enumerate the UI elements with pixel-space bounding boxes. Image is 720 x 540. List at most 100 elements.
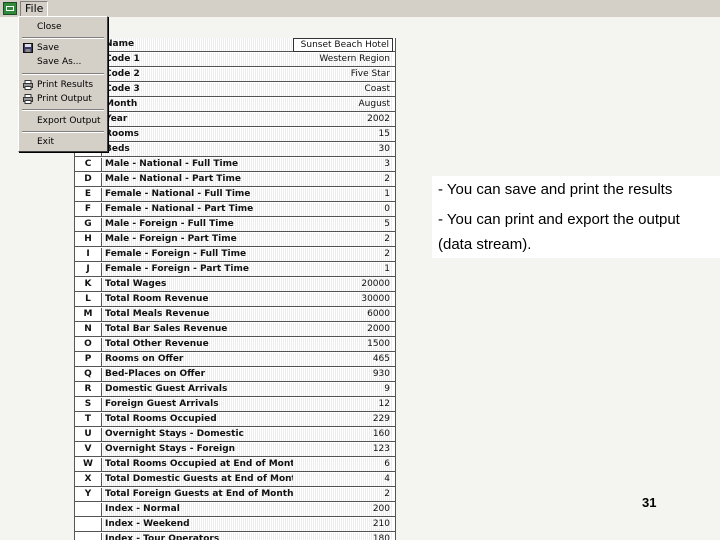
row-value: 3 (293, 158, 393, 172)
row-code (75, 503, 102, 517)
row-value: Coast (293, 83, 393, 97)
row-code (75, 533, 102, 540)
row-code: V (75, 443, 102, 457)
row-label: Code 1 (103, 53, 293, 67)
annotation-line: - You can save and print the results (438, 181, 673, 198)
menu-item-export-output[interactable]: Export Output (19, 114, 107, 128)
table-row: K Total Wages 20000 (75, 278, 395, 292)
row-code: J (75, 263, 102, 277)
row-label: Index - Weekend (103, 518, 293, 532)
table-row: Index - Weekend 210 (75, 518, 395, 532)
row-value: 465 (293, 353, 393, 367)
table-row: U Overnight Stays - Domestic 160 (75, 428, 395, 442)
menu-item-exit[interactable]: Exit (19, 135, 107, 149)
row-label: Overnight Stays - Domestic (103, 428, 293, 442)
table-row: R Domestic Guest Arrivals 9 (75, 383, 395, 397)
row-code: X (75, 473, 102, 487)
table-row: E Female - National - Full Time 1 (75, 188, 395, 202)
menu-item-print-results[interactable]: Print Results (19, 78, 107, 92)
menu-item-close[interactable]: Close (19, 20, 107, 34)
row-code: H (75, 233, 102, 247)
menu-bar: File (0, 0, 720, 18)
row-label: Bed-Places on Offer (103, 368, 293, 382)
row-value: 229 (293, 413, 393, 427)
table-row: Q Bed-Places on Offer 930 (75, 368, 395, 382)
row-value: 200 (293, 503, 393, 517)
row-code: U (75, 428, 102, 442)
table-row: J Female - Foreign - Part Time 1 (75, 263, 395, 277)
row-label: Total Bar Sales Revenue (103, 323, 293, 337)
menu-separator (22, 37, 104, 39)
row-label: Code 3 (103, 83, 293, 97)
row-label: Index - Normal (103, 503, 293, 517)
row-label: Foreign Guest Arrivals (103, 398, 293, 412)
row-value: 20000 (293, 278, 393, 292)
row-value: 2 (293, 248, 393, 262)
row-value: 2 (293, 488, 393, 502)
annotation-box: - You can save and print the results - Y… (432, 176, 720, 258)
menu-item-label: Exit (37, 137, 55, 147)
row-code: E (75, 188, 102, 202)
menu-item-print-output[interactable]: Print Output (19, 92, 107, 106)
table-row: Index - Normal 200 (75, 503, 395, 517)
row-value: 2000 (293, 323, 393, 337)
annotation-line: - You can print and export the output (438, 211, 680, 228)
row-label: Month (103, 98, 293, 112)
row-value: 30000 (293, 293, 393, 307)
row-value: 15 (293, 128, 393, 142)
app-icon[interactable] (3, 2, 17, 15)
table-row: Name Sunset Beach Hotel (75, 38, 395, 52)
table-row: Index - Tour Operators 180 (75, 533, 395, 540)
row-value: August (293, 98, 393, 112)
row-value: 210 (293, 518, 393, 532)
row-label: Total Foreign Guests at End of Month (103, 488, 293, 502)
file-menu-dropdown: Close Save Save As... Print Results Prin… (18, 16, 108, 152)
row-value: 2 (293, 233, 393, 247)
row-label: Male - Foreign - Full Time (103, 218, 293, 232)
row-label: Total Rooms Occupied (103, 413, 293, 427)
table-row: Rooms 15 (75, 128, 395, 142)
row-label: Beds (103, 143, 293, 157)
annotation-line: (data stream). (438, 236, 532, 253)
row-code: O (75, 338, 102, 352)
menu-item-save[interactable]: Save (19, 41, 107, 55)
table-row: D Male - National - Part Time 2 (75, 173, 395, 187)
table-row: Year 2002 (75, 113, 395, 127)
table-row: O Total Other Revenue 1500 (75, 338, 395, 352)
table-row: T Total Rooms Occupied 229 (75, 413, 395, 427)
row-code: Y (75, 488, 102, 502)
menu-item-save-as[interactable]: Save As... (19, 55, 107, 69)
row-label: Domestic Guest Arrivals (103, 383, 293, 397)
row-value: 1 (293, 188, 393, 202)
row-label: Total Room Revenue (103, 293, 293, 307)
save-icon (23, 43, 33, 53)
row-value: 6000 (293, 308, 393, 322)
row-value: 2002 (293, 113, 393, 127)
row-label: Name (103, 38, 293, 52)
row-label: Total Wages (103, 278, 293, 292)
table-row: Month August (75, 98, 395, 112)
row-code (75, 518, 102, 532)
row-code: W (75, 458, 102, 472)
data-sheet: Name Sunset Beach Hotel Code 1 Western Regi… (74, 38, 396, 540)
row-label: Code 2 (103, 68, 293, 82)
table-row: X Total Domestic Guests at End of Month 4 (75, 473, 395, 487)
row-label: Total Domestic Guests at End of Month (103, 473, 293, 487)
row-value: 930 (293, 368, 393, 382)
row-value: 30 (293, 143, 393, 157)
menu-item-label: Print Results (37, 80, 94, 90)
row-label: Female - National - Full Time (103, 188, 293, 202)
row-value: Western Region (293, 53, 393, 67)
table-row: Y Total Foreign Guests at End of Month 2 (75, 488, 395, 502)
table-row: G Male - Foreign - Full Time 5 (75, 218, 395, 232)
row-value: 160 (293, 428, 393, 442)
menu-file[interactable]: File (20, 1, 49, 17)
table-row: Code 3 Coast (75, 83, 395, 97)
menu-item-label: Export Output (37, 116, 101, 126)
menu-separator (22, 131, 104, 133)
name-value-field[interactable]: Sunset Beach Hotel (293, 38, 393, 52)
table-row: L Total Room Revenue 30000 (75, 293, 395, 307)
row-label: Index - Tour Operators (103, 533, 293, 540)
table-row: BBeds30 (75, 143, 395, 157)
row-value: 2 (293, 173, 393, 187)
